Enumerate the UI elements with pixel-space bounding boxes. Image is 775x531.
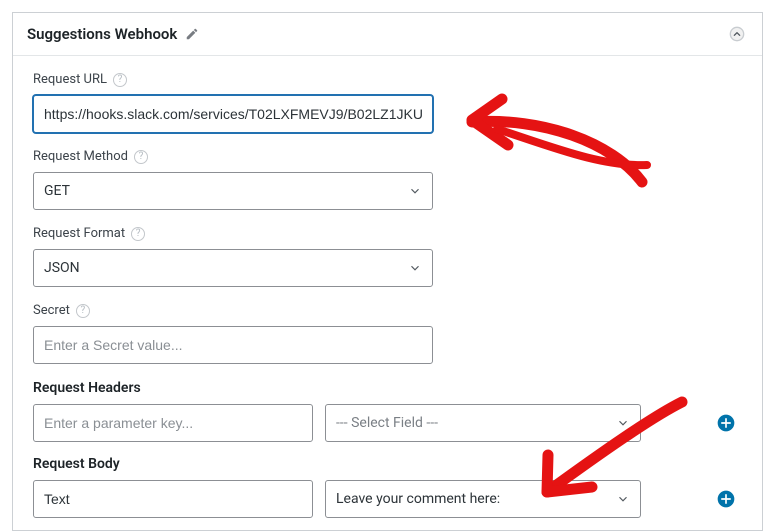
panel-header: Suggestions Webhook bbox=[13, 13, 762, 56]
help-icon[interactable]: ? bbox=[76, 304, 90, 318]
body-field-value: Leave your comment here: bbox=[336, 491, 500, 507]
request-method-select[interactable]: GET bbox=[33, 172, 433, 210]
chevron-down-icon bbox=[408, 184, 422, 198]
field-request-url: Request URL ? bbox=[33, 72, 742, 133]
chevron-down-icon bbox=[616, 416, 630, 430]
request-url-label: Request URL bbox=[33, 72, 107, 87]
request-headers-row: --- Select Field --- bbox=[33, 404, 742, 442]
body-field-select[interactable]: Leave your comment here: bbox=[325, 480, 641, 518]
request-format-label: Request Format bbox=[33, 226, 125, 241]
request-headers-heading: Request Headers bbox=[33, 380, 742, 396]
request-body-heading: Request Body bbox=[33, 456, 742, 472]
panel-title-text: Suggestions Webhook bbox=[27, 25, 177, 43]
request-format-select[interactable]: JSON bbox=[33, 249, 433, 287]
request-method-value: GET bbox=[44, 183, 70, 199]
field-request-format: Request Format ? JSON bbox=[33, 226, 742, 287]
field-request-method: Request Method ? GET bbox=[33, 149, 742, 210]
add-body-button[interactable] bbox=[716, 489, 736, 509]
help-icon[interactable]: ? bbox=[134, 150, 148, 164]
add-header-button[interactable] bbox=[716, 413, 736, 433]
pencil-icon[interactable] bbox=[185, 27, 199, 41]
help-icon[interactable]: ? bbox=[131, 227, 145, 241]
header-field-select[interactable]: --- Select Field --- bbox=[325, 404, 641, 442]
secret-input[interactable] bbox=[33, 326, 433, 364]
request-format-value: JSON bbox=[44, 260, 80, 276]
panel-title: Suggestions Webhook bbox=[27, 25, 199, 43]
header-field-placeholder: --- Select Field --- bbox=[336, 415, 438, 431]
help-icon[interactable]: ? bbox=[113, 73, 127, 87]
field-secret: Secret ? bbox=[33, 303, 742, 364]
body-key-input[interactable] bbox=[33, 480, 313, 518]
header-key-input[interactable] bbox=[33, 404, 313, 442]
request-body-row: Leave your comment here: bbox=[33, 480, 742, 518]
collapse-button[interactable] bbox=[726, 23, 748, 45]
request-url-input[interactable] bbox=[33, 95, 433, 133]
chevron-down-icon bbox=[408, 261, 422, 275]
chevron-down-icon bbox=[616, 492, 630, 506]
webhook-settings-panel: Suggestions Webhook Request URL ? bbox=[12, 12, 763, 531]
panel-body: Request URL ? Request Method ? GET bbox=[13, 56, 762, 530]
request-method-label: Request Method bbox=[33, 149, 128, 164]
secret-label: Secret bbox=[33, 303, 70, 318]
